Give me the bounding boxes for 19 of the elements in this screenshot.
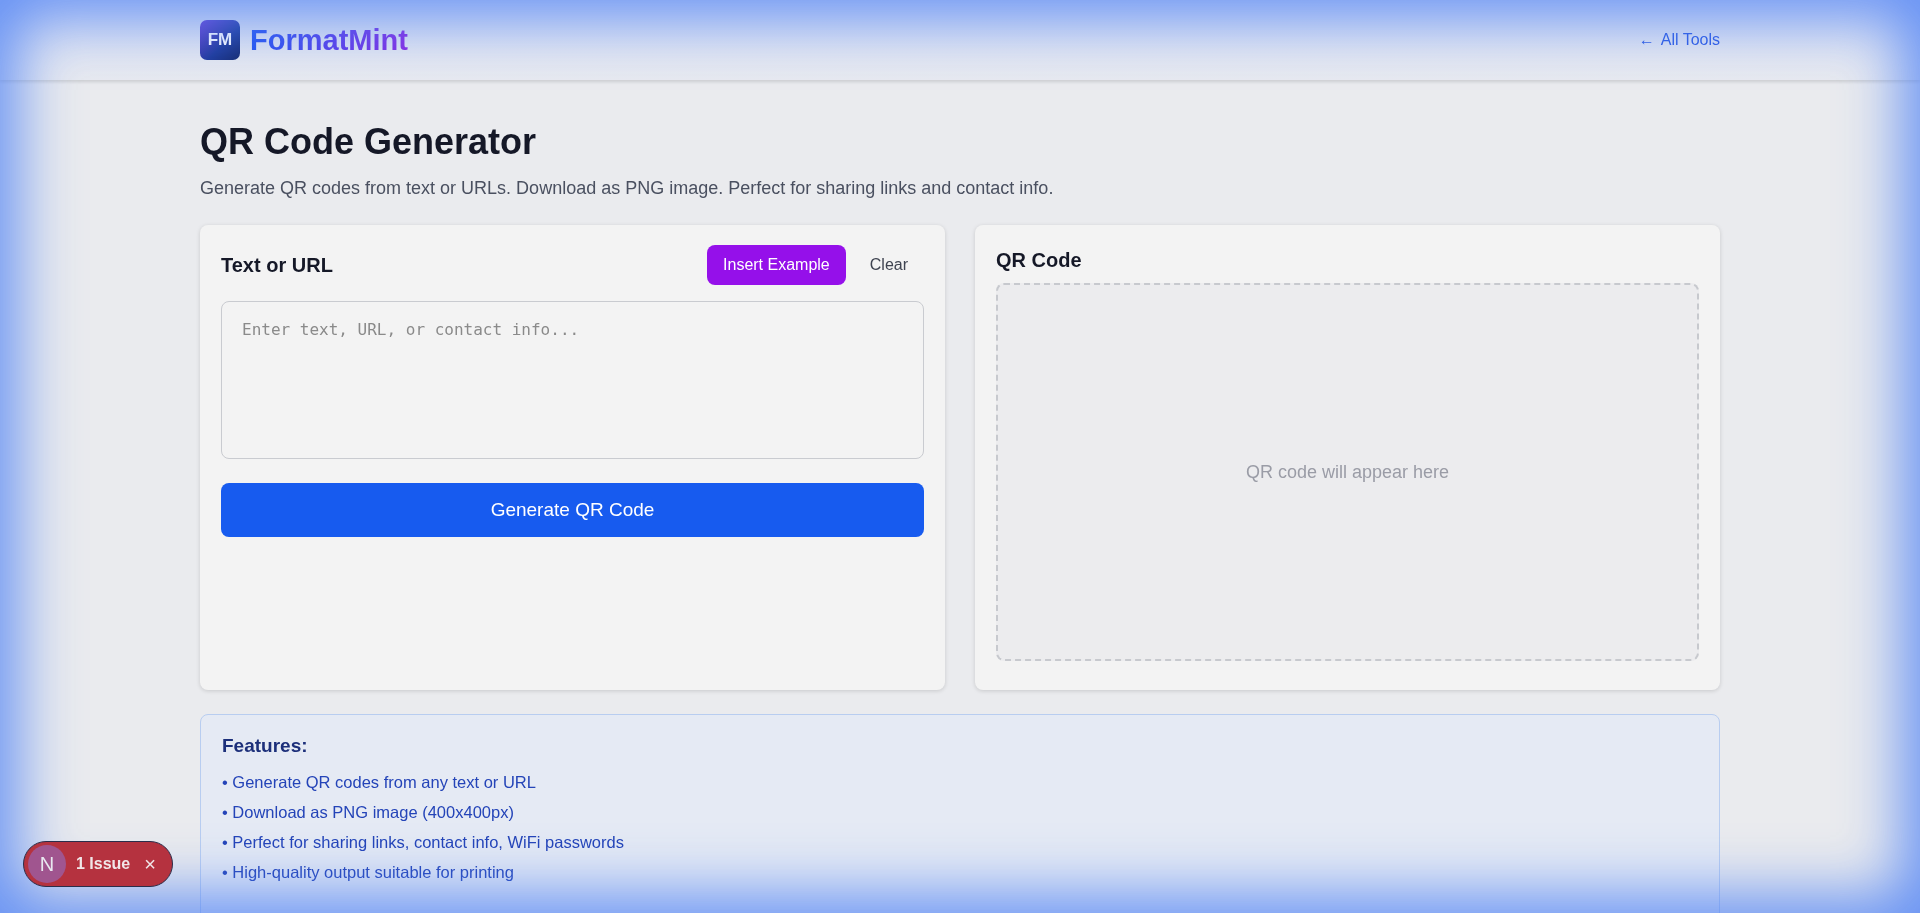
all-tools-link[interactable]: ← All Tools	[1638, 31, 1720, 49]
clear-button[interactable]: Clear	[853, 245, 924, 285]
feature-item: • Perfect for sharing links, contact info, WiFi passwords	[222, 832, 625, 853]
card-title: Text or URL	[221, 253, 333, 277]
feature-item: • High-quality output suitable for printing	[222, 862, 515, 883]
issue-badge[interactable]: N 1 Issue ×	[23, 841, 173, 887]
logo-badge: FM	[200, 20, 240, 60]
feature-item: • Download as PNG image (400x400px)	[222, 802, 515, 823]
qr-placeholder-text: QR code will appear here	[1245, 461, 1450, 483]
page-subtitle: Generate QR codes from text or URLs. Download as PNG image. Perfect for sharing links and contact info.	[200, 178, 1055, 199]
text-input-field[interactable]: Enter text, URL, or contact info...	[221, 301, 924, 459]
card-title: QR Code	[996, 248, 1082, 272]
generate-button[interactable]: Generate QR Code	[221, 483, 924, 537]
feature-item: • Generate QR codes from any text or URL	[222, 772, 537, 793]
close-icon[interactable]: ×	[144, 852, 156, 876]
framework-logo: N	[28, 845, 66, 883]
insert-example-button[interactable]: Insert Example	[707, 245, 846, 285]
features-title: Features:	[222, 735, 309, 757]
page-title: QR Code Generator	[200, 120, 538, 164]
